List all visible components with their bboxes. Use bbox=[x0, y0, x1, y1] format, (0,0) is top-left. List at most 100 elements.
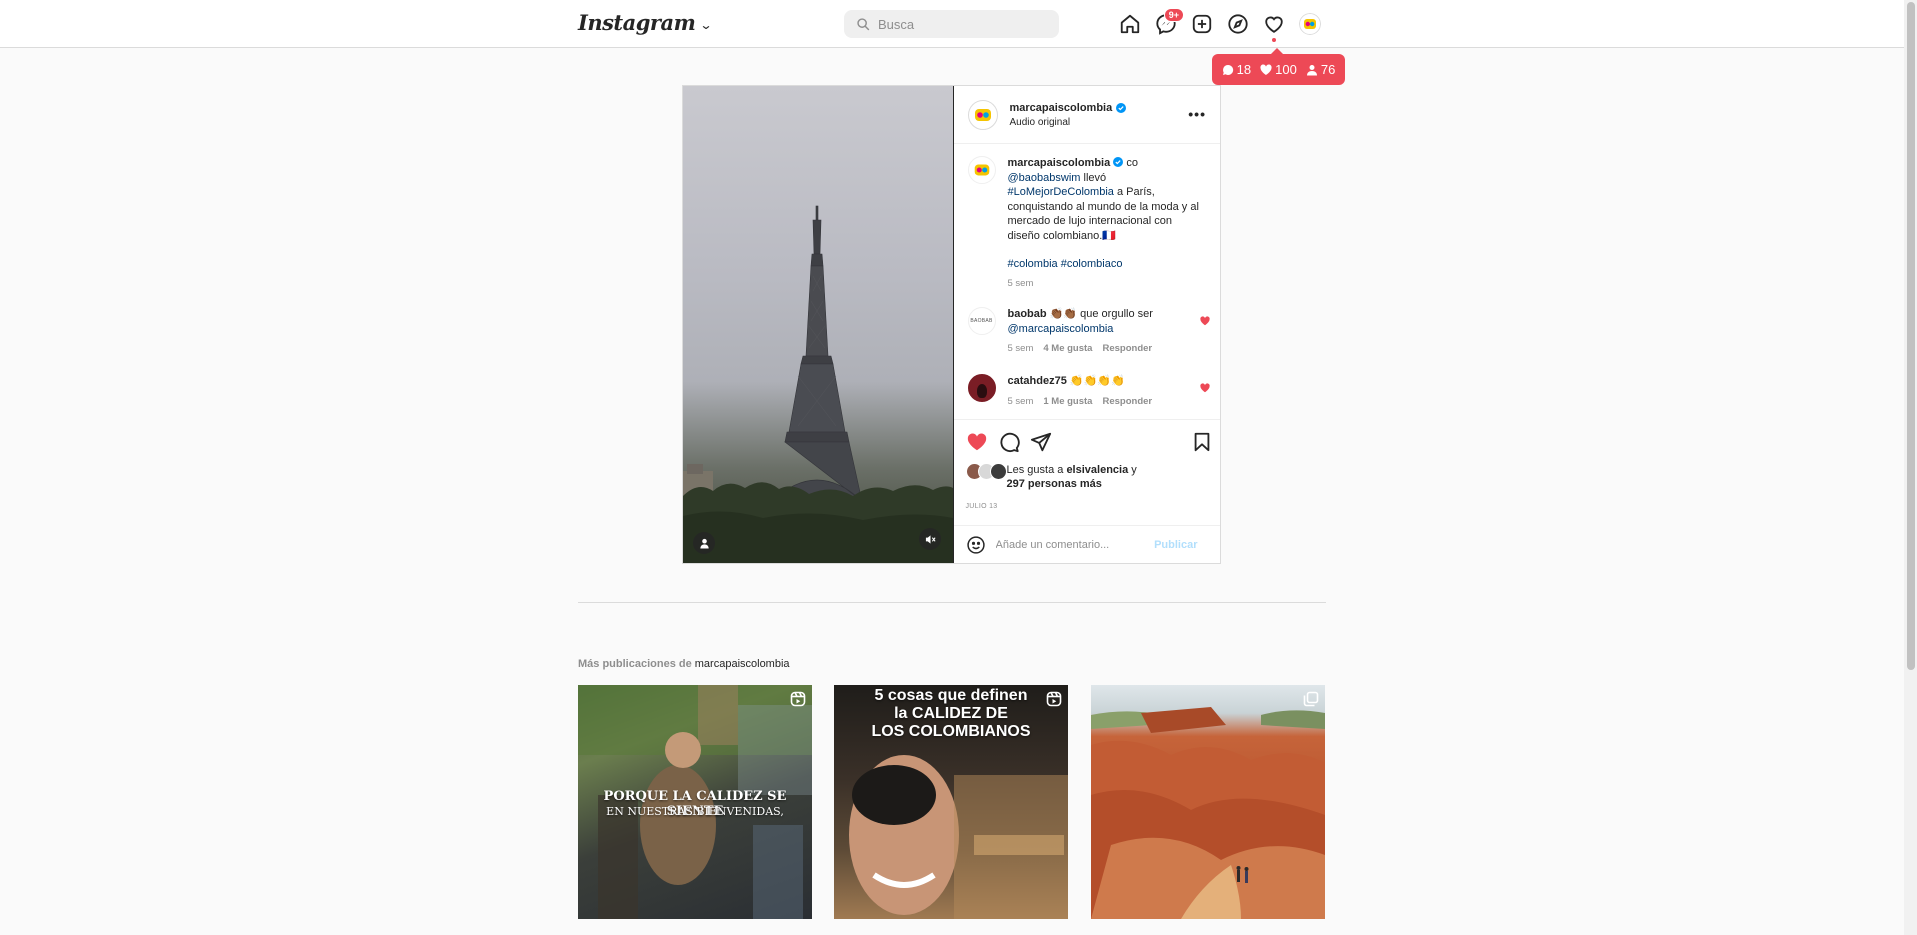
baobab-logo: BAOBAB bbox=[970, 318, 993, 324]
new-post-icon[interactable] bbox=[1190, 12, 1214, 36]
more-post-thumbnail[interactable]: 5 cosas que definen la CALIDEZ DE LOS CO… bbox=[834, 685, 1068, 919]
caption-username[interactable]: marcapaiscolombia bbox=[1008, 157, 1111, 169]
carousel-icon bbox=[1303, 691, 1319, 707]
caption-hashtag[interactable]: #LoMejorDeColombia bbox=[1008, 186, 1114, 198]
verified-badge-icon bbox=[1113, 157, 1124, 167]
person-icon bbox=[1306, 64, 1317, 75]
comment-reply-button[interactable]: Responder bbox=[1102, 395, 1152, 410]
author-avatar[interactable] bbox=[967, 99, 998, 130]
avatar-photo bbox=[976, 384, 987, 398]
caption-text-1: llevó bbox=[1080, 171, 1107, 184]
reel-video[interactable] bbox=[683, 86, 953, 563]
search-box[interactable] bbox=[844, 10, 1059, 38]
more-post-thumbnail[interactable] bbox=[1091, 685, 1325, 919]
likes-prefix: Les gusta a bbox=[1006, 464, 1067, 476]
post-card: marcapaiscolombia Audio original ••• mar… bbox=[682, 85, 1221, 564]
chevron-down-icon[interactable]: ⌄ bbox=[700, 18, 713, 32]
post-date[interactable]: JULIO 13 bbox=[966, 503, 998, 510]
followers-notification: 76 bbox=[1306, 62, 1335, 77]
more-posts-label: Más publicaciones de bbox=[578, 658, 695, 670]
comment-emoji: 👏🏾👏🏾 bbox=[1049, 308, 1078, 320]
top-nav: Instagram ⌄ 9+ bbox=[0, 0, 1904, 48]
activity-notification-popup[interactable]: 18 100 76 bbox=[1212, 48, 1345, 85]
publish-button[interactable]: Publicar bbox=[1154, 539, 1197, 551]
person-icon bbox=[699, 538, 709, 549]
share-icon[interactable] bbox=[1030, 431, 1052, 453]
likes-mid: y bbox=[1128, 464, 1137, 476]
likes-user-link[interactable]: elsivalencia bbox=[1066, 464, 1128, 476]
followers-count: 76 bbox=[1320, 62, 1336, 77]
emoji-icon[interactable] bbox=[966, 535, 986, 555]
likes-count-link[interactable]: 297 personas más bbox=[1007, 478, 1102, 490]
comment-emoji: 👏👏👏👏 bbox=[1069, 375, 1125, 387]
marca-colombia-logo-icon bbox=[1299, 13, 1321, 35]
likes-notification: 100 bbox=[1260, 62, 1297, 77]
author-username-text[interactable]: marcapaiscolombia bbox=[1010, 102, 1113, 114]
marca-colombia-logo-icon bbox=[974, 108, 991, 121]
thumbnail-text-line2: la CALIDEZ DE bbox=[894, 705, 1008, 722]
eiffel-tower-scene bbox=[683, 205, 953, 563]
comment-input[interactable] bbox=[995, 538, 1146, 551]
comment-bubble-icon bbox=[1222, 64, 1233, 75]
messages-badge: 9+ bbox=[1163, 8, 1184, 22]
heart-icon bbox=[1260, 63, 1272, 75]
caption-mention[interactable]: @baobabswim bbox=[1008, 172, 1081, 184]
comment-username[interactable]: baobab bbox=[1008, 308, 1047, 320]
like-heart-icon[interactable] bbox=[966, 431, 988, 453]
reel-icon bbox=[790, 691, 806, 707]
comments-section: marcapaiscolombia co @baobabswim llevó #… bbox=[953, 144, 1220, 420]
notification-dot bbox=[1272, 38, 1276, 42]
caption: marcapaiscolombia co @baobabswim llevó #… bbox=[967, 156, 1203, 292]
caption-flag: co bbox=[1126, 157, 1138, 169]
more-posts-heading: Más publicaciones de marcapaiscolombia bbox=[578, 658, 790, 670]
page-scrollbar[interactable] bbox=[1904, 0, 1917, 935]
comment-liked-heart-icon[interactable] bbox=[1200, 316, 1210, 326]
comment-icon[interactable] bbox=[998, 431, 1020, 453]
liker-avatars[interactable] bbox=[965, 463, 1007, 481]
marca-colombia-logo-icon bbox=[974, 164, 989, 176]
mute-button[interactable] bbox=[919, 528, 941, 550]
comment-time[interactable]: 5 sem bbox=[1008, 395, 1034, 410]
author-username[interactable]: marcapaiscolombia bbox=[1010, 102, 1127, 114]
thumbnail-text-line2: EN NUESTRAS BIENVENIDAS, bbox=[606, 805, 784, 818]
post-sidebar: marcapaiscolombia Audio original ••• mar… bbox=[952, 86, 1220, 563]
more-post-thumbnail[interactable]: PORQUE LA CALIDEZ SE SIENTE EN NUESTRAS … bbox=[578, 685, 812, 919]
search-input[interactable] bbox=[878, 16, 1048, 32]
comment-mention[interactable]: @marcapaiscolombia bbox=[1008, 323, 1114, 335]
muted-speaker-icon bbox=[925, 534, 936, 544]
profile-avatar[interactable] bbox=[1298, 12, 1322, 36]
comment-liked-heart-icon[interactable] bbox=[1200, 383, 1210, 393]
explore-icon[interactable] bbox=[1226, 12, 1250, 36]
comments-count: 18 bbox=[1236, 62, 1252, 77]
logo-text: Instagram bbox=[578, 10, 696, 35]
post-actions bbox=[966, 429, 1211, 455]
more-options-icon[interactable]: ••• bbox=[1188, 106, 1206, 122]
audio-label[interactable]: Audio original bbox=[1010, 117, 1127, 128]
post-header: marcapaiscolombia Audio original ••• bbox=[953, 86, 1220, 144]
author-avatar[interactable] bbox=[967, 156, 996, 184]
comment-likes[interactable]: 4 Me gusta bbox=[1043, 342, 1092, 357]
caption-time[interactable]: 5 sem bbox=[1008, 277, 1034, 292]
commenter-avatar[interactable] bbox=[967, 374, 996, 402]
scrollbar-thumb[interactable] bbox=[1907, 2, 1915, 670]
comment-time[interactable]: 5 sem bbox=[1008, 342, 1034, 357]
tagged-people-button[interactable] bbox=[693, 532, 715, 554]
section-divider bbox=[578, 602, 1326, 603]
more-posts-user-link[interactable]: marcapaiscolombia bbox=[695, 658, 790, 670]
activity-heart-icon[interactable] bbox=[1262, 12, 1286, 42]
comment-likes[interactable]: 1 Me gusta bbox=[1043, 395, 1092, 410]
caption-hashtags[interactable]: #colombia #colombiaco bbox=[1008, 257, 1203, 272]
save-bookmark-icon[interactable] bbox=[1191, 431, 1213, 453]
commenter-avatar[interactable]: BAOBAB bbox=[967, 307, 996, 335]
comment-reply-button[interactable]: Responder bbox=[1102, 342, 1152, 357]
likes-count: 100 bbox=[1275, 62, 1297, 77]
comments-notification: 18 bbox=[1222, 62, 1251, 77]
messenger-icon[interactable]: 9+ bbox=[1154, 8, 1184, 36]
comment-username[interactable]: catahdez75 bbox=[1008, 375, 1067, 387]
thumbnail-text-line1: 5 cosas que definen bbox=[874, 687, 1028, 704]
thumbnail-text-line3: LOS COLOMBIANOS bbox=[871, 723, 1031, 740]
home-icon[interactable] bbox=[1118, 12, 1142, 36]
search-icon bbox=[857, 18, 870, 31]
nav-icons: 9+ bbox=[1118, 8, 1322, 42]
instagram-logo[interactable]: Instagram ⌄ bbox=[578, 10, 713, 35]
